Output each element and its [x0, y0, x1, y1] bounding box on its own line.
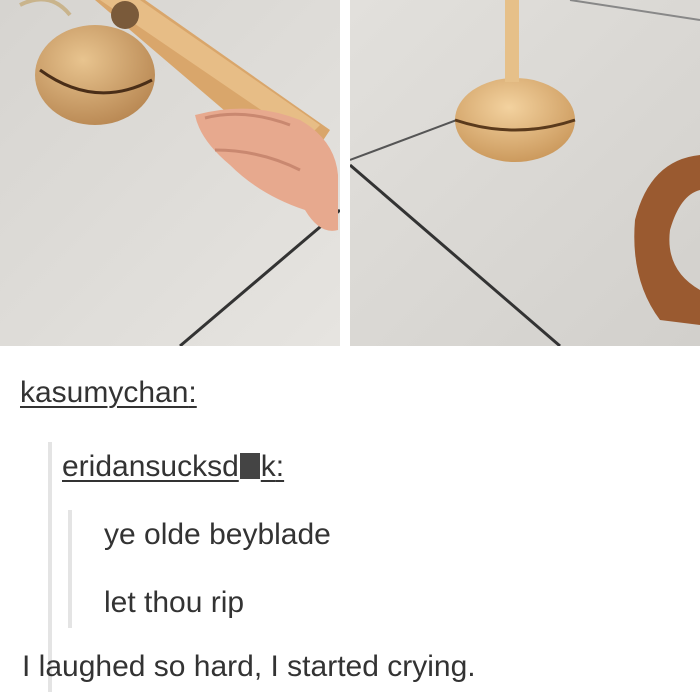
tumblr-post-text: kasumychan: eridansucksd k: ye olde beybl… [0, 346, 700, 692]
comment-text: I laughed so hard, I started crying. [22, 650, 476, 683]
photo-strip [0, 0, 700, 346]
nested-quote-bar [68, 510, 72, 628]
quote-line-1: ye olde beyblade [104, 518, 331, 551]
photo-top-spinning [350, 0, 700, 346]
photo-top-launch [0, 0, 340, 346]
censor-block [239, 453, 260, 479]
reply-username-end[interactable]: k [261, 450, 276, 483]
quote-line-2: let thou rip [104, 586, 245, 619]
reply-username-link[interactable]: eridansucksd k: [62, 450, 284, 484]
op-username-link[interactable]: kasumychan: [20, 376, 197, 410]
op-username[interactable]: kasumychan [20, 376, 188, 409]
reply-username-start[interactable]: eridansucksd [62, 450, 239, 483]
